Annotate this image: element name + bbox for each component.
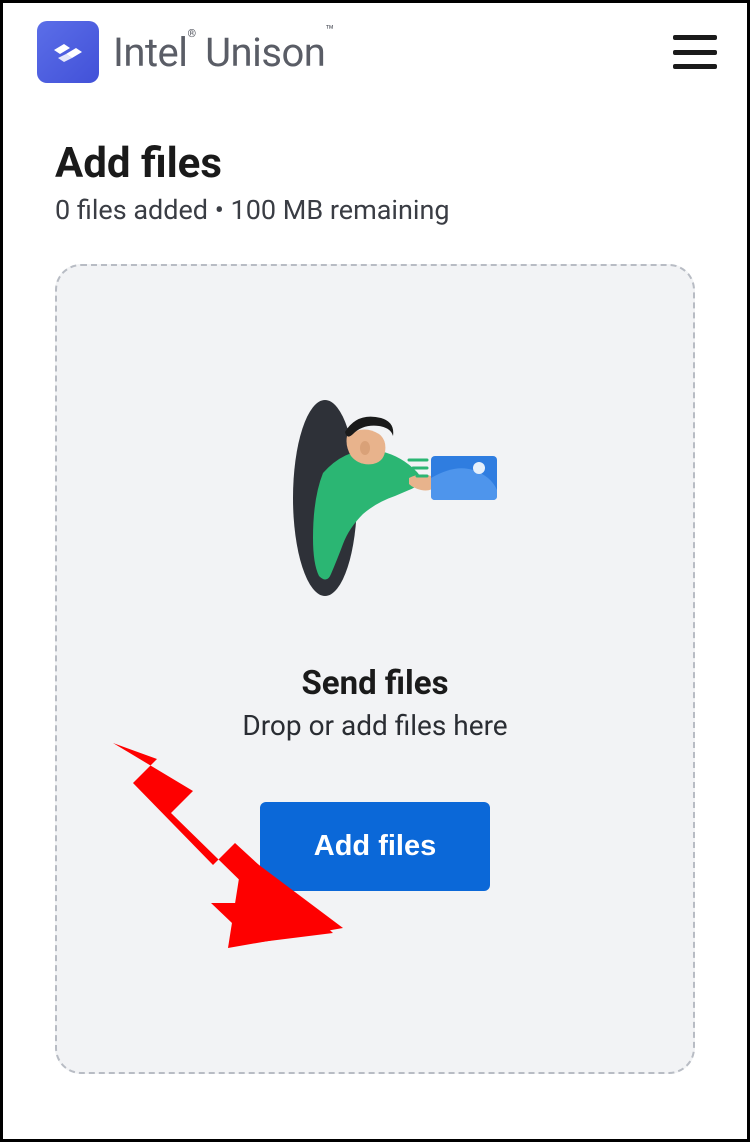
brand-first-word: Intel (113, 29, 188, 76)
dropzone-title: Send files (301, 664, 448, 703)
page-subtitle: 0 files added • 100 MB remaining (55, 194, 695, 226)
send-files-illustration (245, 378, 505, 618)
brand: Intel® Unison™ (37, 21, 334, 83)
app-logo-icon (37, 21, 99, 83)
menu-icon[interactable] (673, 35, 717, 69)
brand-title: Intel® Unison™ (113, 29, 334, 76)
main-content: Add files 0 files added • 100 MB remaini… (3, 101, 747, 1074)
brand-second-word: Unison (205, 29, 325, 76)
registered-symbol: ® (188, 27, 196, 40)
app-header: Intel® Unison™ (3, 3, 747, 101)
trademark-symbol: ™ (325, 23, 333, 39)
dropzone-subtitle: Drop or add files here (242, 709, 507, 742)
file-dropzone[interactable]: Send files Drop or add files here Add fi… (55, 264, 695, 1074)
page-title: Add files (55, 139, 695, 188)
add-files-button[interactable]: Add files (260, 802, 490, 891)
